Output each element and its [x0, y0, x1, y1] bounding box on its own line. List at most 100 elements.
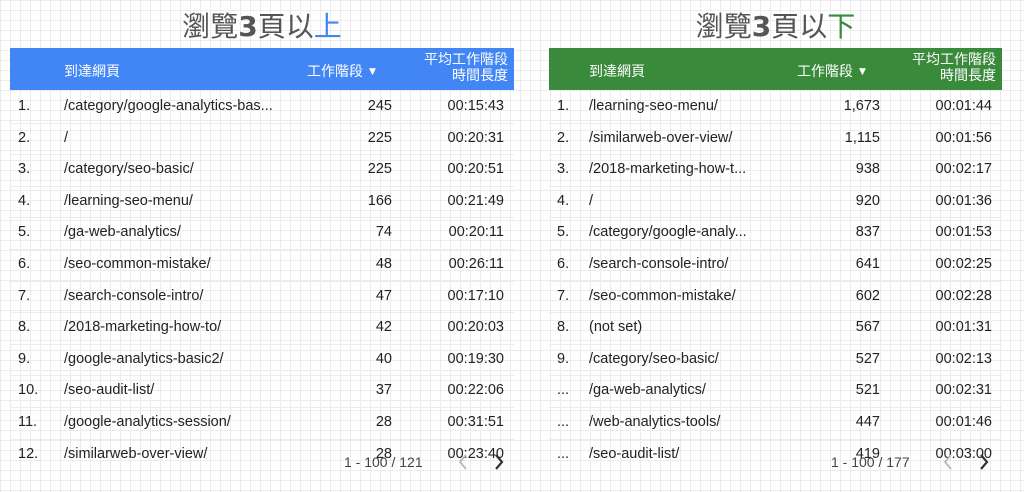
table-row[interactable]: 7. /seo-common-mistake/602 00:02:28 — [549, 282, 1002, 314]
row-index: 2. — [557, 129, 570, 146]
landing-page-cell: /seo-audit-list/ — [589, 445, 680, 462]
column-header-landing-page[interactable]: 到達網頁 — [589, 61, 645, 81]
row-index: 3. — [557, 161, 570, 178]
avg-duration-cell: 00:20:51 — [447, 161, 504, 178]
column-header-avg-duration[interactable]: 平均工作階段 時間長度 — [424, 52, 508, 84]
table-header: 到達網頁 工作階段 ▼ 平均工作階段 時間長度 — [10, 48, 514, 90]
table-row[interactable]: 3. /category/seo-basic/225 00:20:51 — [10, 155, 514, 187]
avg-duration-cell: 00:01:56 — [935, 129, 992, 146]
row-index: ... — [557, 413, 570, 430]
sessions-cell: 48 — [375, 255, 392, 272]
column-header-avg-line1: 平均工作階段 — [424, 52, 508, 68]
sessions-cell: 938 — [855, 161, 880, 178]
row-index: 1. — [18, 98, 31, 114]
landing-page-cell: /seo-audit-list/ — [64, 382, 155, 399]
column-header-landing-page[interactable]: 到達網頁 — [64, 61, 120, 81]
table-row[interactable]: 9. /google-analytics-basic2/40 00:19:30 — [10, 345, 514, 377]
table-row[interactable]: 12./similarweb-over-view/28 00:23:40 — [10, 440, 514, 472]
column-header-avg-line1: 平均工作階段 — [912, 52, 996, 68]
landing-page-cell: /category/seo-basic/ — [589, 350, 719, 367]
landing-page-table-under3: 瀏覽3頁以下 到達網頁 工作階段 ▼ 平均工作階段 時間長度 1. /learning… — [549, 0, 1002, 472]
landing-page-cell: /seo-common-mistake/ — [64, 255, 211, 272]
landing-page-table-3plus: 瀏覽3頁以上 到達網頁 工作階段 ▼ 平均工作階段 時間長度 1. /category… — [10, 0, 514, 472]
avg-duration-cell: 00:02:28 — [935, 287, 992, 304]
table-row[interactable]: 6. /search-console-intro/641 00:02:25 — [549, 250, 1002, 282]
table-row[interactable]: .../seo-audit-list/419 00:03:00 — [549, 440, 1002, 472]
table-row[interactable]: ... /ga-web-analytics/521 00:02:31 — [549, 376, 1002, 408]
landing-page-cell: /similarweb-over-view/ — [64, 445, 208, 462]
table-row[interactable]: 3. /2018-marketing-how-t... 938 00:02:17 — [549, 155, 1002, 187]
row-index: 4. — [18, 192, 31, 209]
row-index: 7. — [18, 287, 31, 304]
sessions-cell: 521 — [855, 382, 880, 399]
sessions-cell: 42 — [375, 319, 392, 336]
landing-page-cell: /2018-marketing-how-t... — [589, 161, 747, 178]
sessions-cell: 641 — [855, 255, 880, 272]
landing-page-cell: / — [589, 192, 594, 209]
avg-duration-cell: 00:21:49 — [447, 192, 504, 209]
title-prefix: 瀏覽 — [182, 10, 239, 43]
chevron-right-icon[interactable] — [491, 452, 507, 472]
row-index: 8. — [557, 319, 570, 336]
row-index: 12. — [18, 445, 39, 462]
sessions-cell: 447 — [855, 413, 880, 430]
landing-page-cell: /search-console-intro/ — [589, 255, 729, 272]
table-row[interactable]: 11. /google-analytics-session/28 00:31:51 — [10, 408, 514, 440]
landing-page-cell: /category/google-analy... — [589, 224, 747, 241]
avg-duration-cell: 00:01:36 — [935, 192, 992, 209]
table-row[interactable]: ... /web-analytics-tools/447 00:01:46 — [549, 408, 1002, 440]
table-row[interactable]: 2. / 225 00:20:31 — [10, 124, 514, 156]
avg-duration-cell: 00:02:17 — [935, 161, 992, 178]
row-index: 11. — [18, 413, 38, 430]
table-row[interactable]: 9. /category/seo-basic/527 00:02:13 — [549, 345, 1002, 377]
landing-page-cell: /search-console-intro/ — [64, 287, 204, 304]
avg-duration-cell: 00:22:06 — [447, 382, 504, 399]
column-header-avg-duration[interactable]: 平均工作階段 時間長度 — [912, 52, 996, 84]
panel-title: 瀏覽3頁以上 — [10, 4, 514, 50]
column-header-sessions[interactable]: 工作階段 ▼ — [797, 61, 866, 81]
sessions-cell: 40 — [375, 350, 392, 367]
table-row[interactable]: 8. /2018-marketing-how-to/42 00:20:03 — [10, 313, 514, 345]
table-row[interactable]: 1. /category/google-analytics-bas... 245 00… — [10, 92, 514, 124]
avg-duration-cell: 00:02:25 — [935, 255, 992, 272]
row-index: 1. — [557, 98, 570, 114]
landing-page-cell: / — [64, 129, 69, 146]
avg-duration-cell: 00:01:31 — [935, 319, 992, 336]
avg-duration-cell: 00:01:44 — [935, 98, 992, 114]
title-number: 3 — [751, 10, 772, 43]
table-row[interactable]: 10. /seo-audit-list/37 00:22:06 — [10, 376, 514, 408]
title-suffix: 下 — [827, 10, 856, 43]
row-index: 3. — [18, 161, 31, 178]
table-row[interactable]: 5. /ga-web-analytics/74 00:20:11 — [10, 218, 514, 250]
avg-duration-cell: 00:19:30 — [447, 350, 504, 367]
chevron-right-icon[interactable] — [976, 452, 992, 472]
table-row[interactable]: 4. /learning-seo-menu/166 00:21:49 — [10, 187, 514, 219]
avg-duration-cell: 00:01:46 — [935, 413, 992, 430]
table-row[interactable]: 1. /learning-seo-menu/1,673 00:01:44 — [549, 92, 1002, 124]
row-index: 6. — [18, 255, 31, 272]
title-suffix: 上 — [313, 10, 342, 43]
table-row[interactable]: 2. /similarweb-over-view/1,115 00:01:56 — [549, 124, 1002, 156]
table-row[interactable]: 6. /seo-common-mistake/48 00:26:11 — [10, 250, 514, 282]
row-index: 6. — [557, 255, 570, 272]
panel-title: 瀏覽3頁以下 — [549, 4, 1002, 50]
table-row[interactable]: 5. /category/google-analy... 837 00:01:53 — [549, 218, 1002, 250]
table-row[interactable]: 7. /search-console-intro/47 00:17:10 — [10, 282, 514, 314]
chevron-left-icon[interactable] — [940, 452, 956, 472]
column-header-sessions[interactable]: 工作階段 ▼ — [307, 61, 376, 81]
row-index: 8. — [18, 319, 31, 336]
sessions-cell: 837 — [855, 224, 880, 241]
row-index: 9. — [18, 350, 31, 367]
sessions-cell: 1,115 — [844, 129, 880, 146]
chevron-left-icon[interactable] — [455, 452, 471, 472]
row-index: 2. — [18, 129, 31, 146]
sessions-cell: 74 — [375, 224, 392, 241]
table-row[interactable]: 4. / 920 00:01:36 — [549, 187, 1002, 219]
landing-page-cell: /ga-web-analytics/ — [589, 382, 706, 399]
sessions-cell: 37 — [375, 382, 392, 399]
avg-duration-cell: 00:26:11 — [448, 255, 504, 272]
column-header-sessions-label: 工作階段 — [307, 64, 363, 80]
table-row[interactable]: 8. (not set) 567 00:01:31 — [549, 313, 1002, 345]
sort-desc-icon: ▼ — [859, 67, 866, 77]
title-number: 3 — [238, 10, 258, 43]
